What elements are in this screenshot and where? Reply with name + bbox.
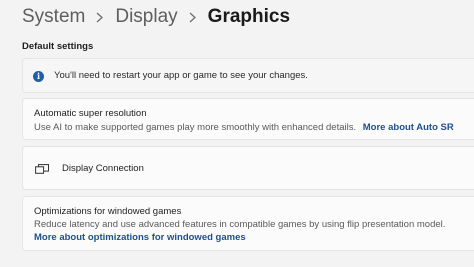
auto-super-resolution-setting[interactable]: Automatic super resolution Use AI to mak… bbox=[22, 98, 474, 140]
windowed-optimization-title: Optimizations for windowed games bbox=[34, 206, 182, 217]
breadcrumb-system[interactable]: System bbox=[22, 6, 85, 28]
breadcrumb-display[interactable]: Display bbox=[115, 6, 177, 28]
display-connection-label: Display Connection bbox=[62, 163, 144, 174]
auto-sr-description: Use AI to make supported games play more… bbox=[34, 122, 454, 133]
auto-sr-title: Automatic super resolution bbox=[34, 108, 147, 119]
section-title-default-settings: Default settings bbox=[22, 41, 94, 52]
restart-info-text: You'll need to restart your app or game … bbox=[54, 70, 308, 81]
display-connection-icon bbox=[35, 164, 49, 174]
more-about-auto-sr-link[interactable]: More about Auto SR bbox=[363, 122, 454, 133]
info-icon: i bbox=[33, 71, 44, 82]
page-title: Graphics bbox=[207, 6, 291, 27]
windowed-games-optimization-setting[interactable]: Optimizations for windowed games Reduce … bbox=[22, 196, 474, 251]
auto-sr-description-text: Use AI to make supported games play more… bbox=[34, 122, 357, 133]
display-connection-setting[interactable]: Display Connection bbox=[22, 146, 474, 190]
more-about-windowed-optimizations-link[interactable]: More about optimizations for windowed ga… bbox=[34, 232, 246, 243]
chevron-right-icon bbox=[96, 4, 104, 30]
restart-info-bar: i You'll need to restart your app or gam… bbox=[22, 58, 474, 93]
breadcrumb: System Display Graphics bbox=[22, 4, 290, 30]
windowed-optimization-description: Reduce latency and use advanced features… bbox=[34, 219, 446, 230]
chevron-right-icon bbox=[189, 4, 196, 30]
